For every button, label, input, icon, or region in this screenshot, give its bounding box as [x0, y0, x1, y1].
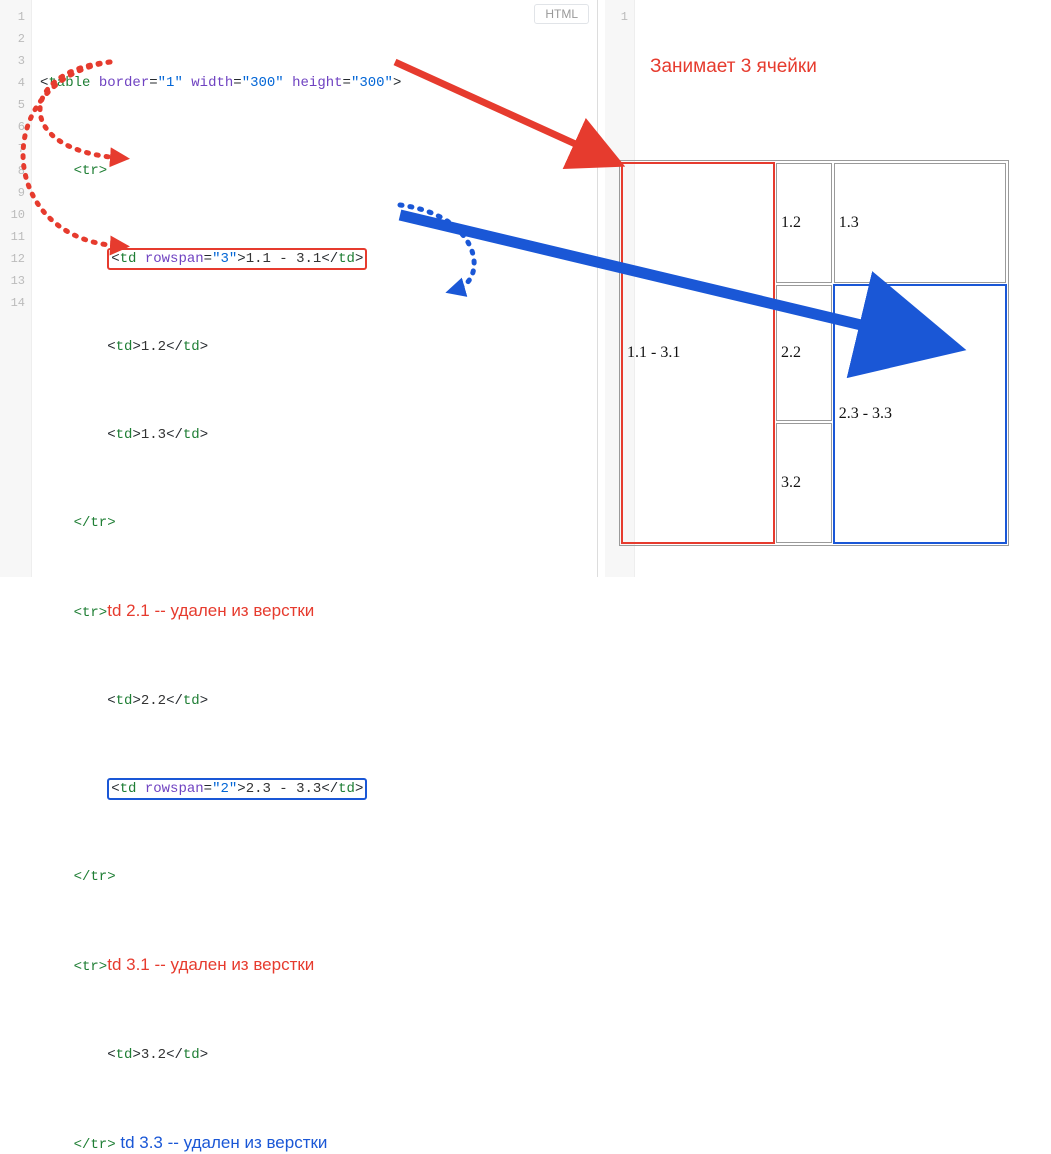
gutter-line: 6 — [0, 116, 25, 138]
code-line: </tr> — [40, 866, 401, 888]
gutter-line: 4 — [0, 72, 25, 94]
render-area: 1.1 - 3.1 1.2 1.3 2.2 2.3 - 3.3 3.2 — [619, 160, 1009, 546]
code-line: <td>1.2</td> — [40, 336, 401, 358]
code-area[interactable]: <table border="1" width="300" height="30… — [32, 0, 401, 1154]
table-cell-rowspan2: 2.3 - 3.3 — [834, 285, 1006, 543]
code-line: <td>3.2</td> — [40, 1044, 401, 1066]
table-cell: 2.2 — [776, 285, 832, 421]
table-cell: 3.2 — [776, 423, 832, 543]
output-pane: 1 1.1 - 3.1 1.2 1.3 2.2 2.3 - 3.3 3.2 — [605, 0, 1051, 577]
code-line: <tr>td 3.1 -- удален из верстки — [40, 954, 401, 978]
annotation-removed: td 2.1 -- удален из верстки — [107, 601, 314, 620]
gutter-line: 11 — [0, 226, 25, 248]
code-line: <td>1.3</td> — [40, 424, 401, 446]
code-line: <td rowspan="3">1.1 - 3.1</td> — [40, 248, 401, 270]
table-cell: 1.3 — [834, 163, 1006, 283]
gutter-line: 13 — [0, 270, 25, 292]
highlight-red-box: <td rowspan="3">1.1 - 3.1</td> — [107, 248, 367, 270]
gutter-line: 2 — [0, 28, 25, 50]
code-line: <td>2.2</td> — [40, 690, 401, 712]
code-line: <tr> — [40, 160, 401, 182]
gutter-line: 9 — [0, 182, 25, 204]
table-cell: 1.2 — [776, 163, 832, 283]
language-badge: HTML — [534, 4, 589, 24]
gutter-line: 3 — [0, 50, 25, 72]
code-line: <td rowspan="2">2.3 - 3.3</td> — [40, 778, 401, 800]
editor-gutter: 1 2 3 4 5 6 7 8 9 10 11 12 13 14 — [0, 0, 32, 577]
gutter-line: 14 — [0, 292, 25, 314]
gutter-line: 1 — [0, 6, 25, 28]
gutter-line: 7 — [0, 138, 25, 160]
rendered-table: 1.1 - 3.1 1.2 1.3 2.2 2.3 - 3.3 3.2 — [619, 160, 1009, 546]
annotation-removed: td 3.3 -- удален из верстки — [116, 1133, 328, 1152]
code-line: <tr>td 2.1 -- удален из верстки — [40, 600, 401, 624]
table-row: 1.1 - 3.1 1.2 1.3 — [622, 163, 1006, 283]
gutter-line: 10 — [0, 204, 25, 226]
gutter-line: 1 — [605, 6, 628, 28]
code-line: <table border="1" width="300" height="30… — [40, 72, 401, 94]
code-editor-pane: HTML 1 2 3 4 5 6 7 8 9 10 11 12 13 14 <t… — [0, 0, 598, 577]
gutter-line: 12 — [0, 248, 25, 270]
annotation-removed: td 3.1 -- удален из верстки — [107, 955, 314, 974]
gutter-line: 5 — [0, 94, 25, 116]
code-line: </tr> — [40, 512, 401, 534]
table-cell-rowspan3: 1.1 - 3.1 — [622, 163, 774, 543]
code-line: </tr> td 3.3 -- удален из верстки — [40, 1132, 401, 1154]
gutter-line: 8 — [0, 160, 25, 182]
annotation-spans-3-cells: Занимает 3 ячейки — [650, 56, 817, 78]
highlight-blue-box: <td rowspan="2">2.3 - 3.3</td> — [107, 778, 367, 800]
